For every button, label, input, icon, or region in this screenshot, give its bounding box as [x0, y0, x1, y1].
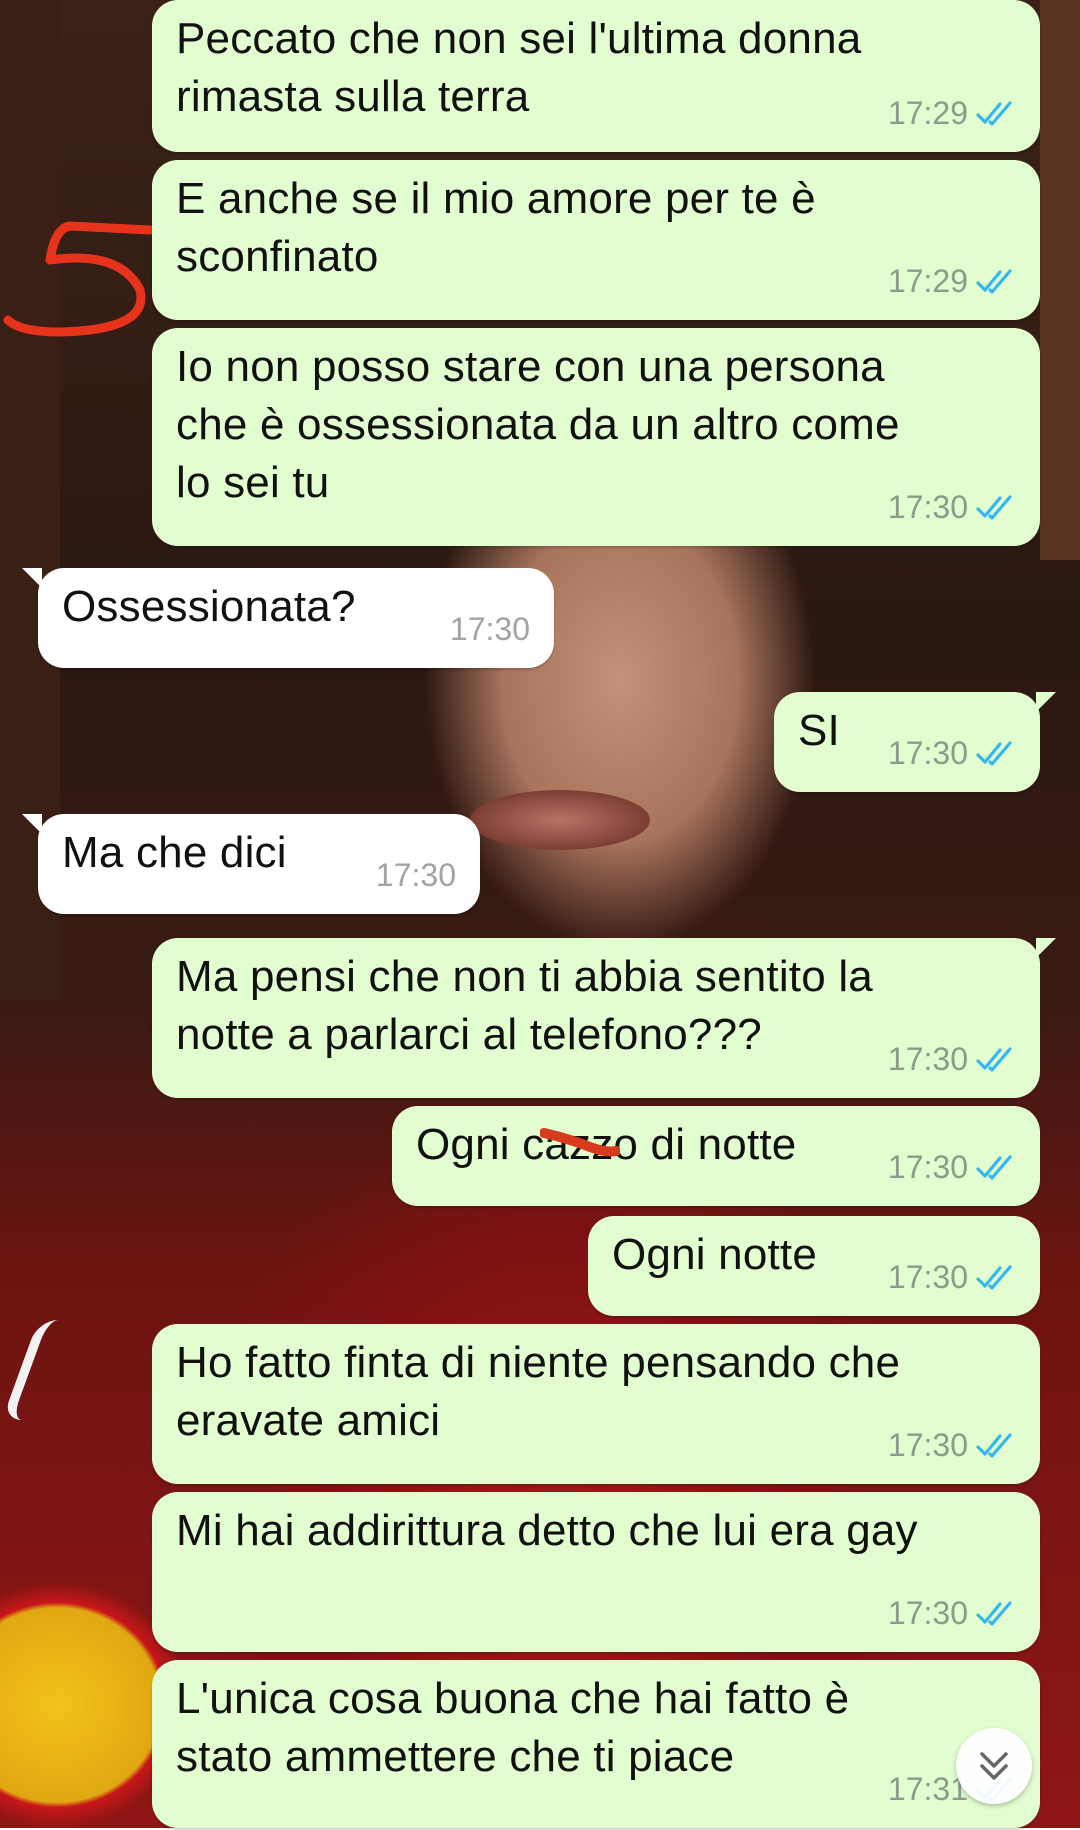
message-time: 17:30	[375, 857, 456, 893]
message-text: L'unica cosa buona che hai fatto è stato…	[176, 1674, 850, 1781]
bubble-tail	[22, 814, 42, 834]
message-text: Ogni notte	[612, 1230, 818, 1279]
message-text: Mi hai addirittura detto che lui era gay	[176, 1506, 918, 1555]
outgoing-message[interactable]: Ogni cazzo di notte 17:30	[392, 1106, 1040, 1206]
read-receipt-double-tick-icon	[976, 1601, 1012, 1626]
outgoing-message[interactable]: E anche se il mio amore per te è sconfin…	[152, 160, 1040, 320]
message-meta: 17:30	[888, 478, 1016, 536]
message-text: Ossessionata?	[62, 582, 356, 631]
read-receipt-double-tick-icon	[976, 1047, 1012, 1072]
read-receipt-double-tick-icon	[976, 495, 1012, 520]
puma-logo	[1, 1320, 89, 1420]
bubble-tail	[22, 568, 42, 588]
message-time: 17:30	[887, 1595, 968, 1631]
message-time: 17:30	[887, 489, 968, 525]
message-time: 17:30	[887, 735, 968, 771]
message-meta: 17:30	[888, 1416, 1016, 1474]
message-meta: 17:30	[888, 1030, 1016, 1088]
message-meta: 17:30	[888, 1584, 1016, 1642]
message-meta: 17:30	[376, 846, 456, 904]
read-receipt-double-tick-icon	[976, 1265, 1012, 1290]
message-meta: 17:30	[450, 600, 530, 658]
message-meta: 17:30	[888, 724, 1016, 782]
outgoing-message[interactable]: Ma pensi che non ti abbia sentito la not…	[152, 938, 1056, 1098]
outgoing-message[interactable]: Mi hai addirittura detto che lui era gay…	[152, 1492, 1040, 1652]
message-time: 17:30	[887, 1259, 968, 1295]
outgoing-message[interactable]: L'unica cosa buona che hai fatto è stato…	[152, 1660, 1040, 1828]
wallpaper-mouth	[470, 790, 650, 850]
read-receipt-double-tick-icon	[976, 741, 1012, 766]
message-time: 17:29	[887, 263, 968, 299]
message-text: Ma pensi che non ti abbia sentito la not…	[176, 952, 873, 1059]
message-meta: 17:30	[888, 1248, 1016, 1306]
bubble-tail	[1036, 692, 1056, 712]
double-chevron-down-icon	[980, 1752, 1008, 1780]
outgoing-message[interactable]: Ogni notte 17:30	[588, 1216, 1040, 1316]
message-time: 17:30	[887, 1041, 968, 1077]
message-text: Io non posso stare con una persona che è…	[176, 342, 900, 507]
bookshelf-right	[1040, 0, 1080, 560]
message-text: E anche se il mio amore per te è sconfin…	[176, 174, 816, 281]
read-receipt-double-tick-icon	[976, 1433, 1012, 1458]
message-text: Ma che dici	[62, 828, 287, 877]
message-text: Ho fatto finta di niente pensando che er…	[176, 1338, 901, 1445]
message-text: SI	[798, 706, 840, 755]
outgoing-message[interactable]: SI 17:30	[774, 692, 1056, 792]
message-time: 17:29	[887, 95, 968, 131]
annotation-number-five	[3, 221, 155, 337]
read-receipt-double-tick-icon	[976, 101, 1012, 126]
scroll-to-bottom-button[interactable]	[956, 1728, 1032, 1804]
message-time: 17:30	[887, 1149, 968, 1185]
outgoing-message[interactable]: Io non posso stare con una persona che è…	[152, 328, 1040, 546]
bubble-tail	[1036, 938, 1056, 958]
read-receipt-double-tick-icon	[976, 269, 1012, 294]
incoming-message[interactable]: Ossessionata? 17:30	[22, 568, 554, 668]
message-text: Peccato che non sei l'ultima donna rimas…	[176, 14, 862, 121]
read-receipt-double-tick-icon	[976, 1155, 1012, 1180]
message-meta: 17:29	[888, 84, 1016, 142]
message-meta: 17:30	[888, 1138, 1016, 1196]
outgoing-message[interactable]: Peccato che non sei l'ultima donna rimas…	[152, 0, 1040, 152]
message-time: 17:30	[449, 611, 530, 647]
message-time: 17:30	[887, 1427, 968, 1463]
censor-scribble	[540, 1128, 620, 1157]
outgoing-message[interactable]: Ho fatto finta di niente pensando che er…	[152, 1324, 1040, 1484]
message-meta: 17:29	[888, 252, 1016, 310]
incoming-message[interactable]: Ma che dici 17:30	[22, 814, 480, 914]
